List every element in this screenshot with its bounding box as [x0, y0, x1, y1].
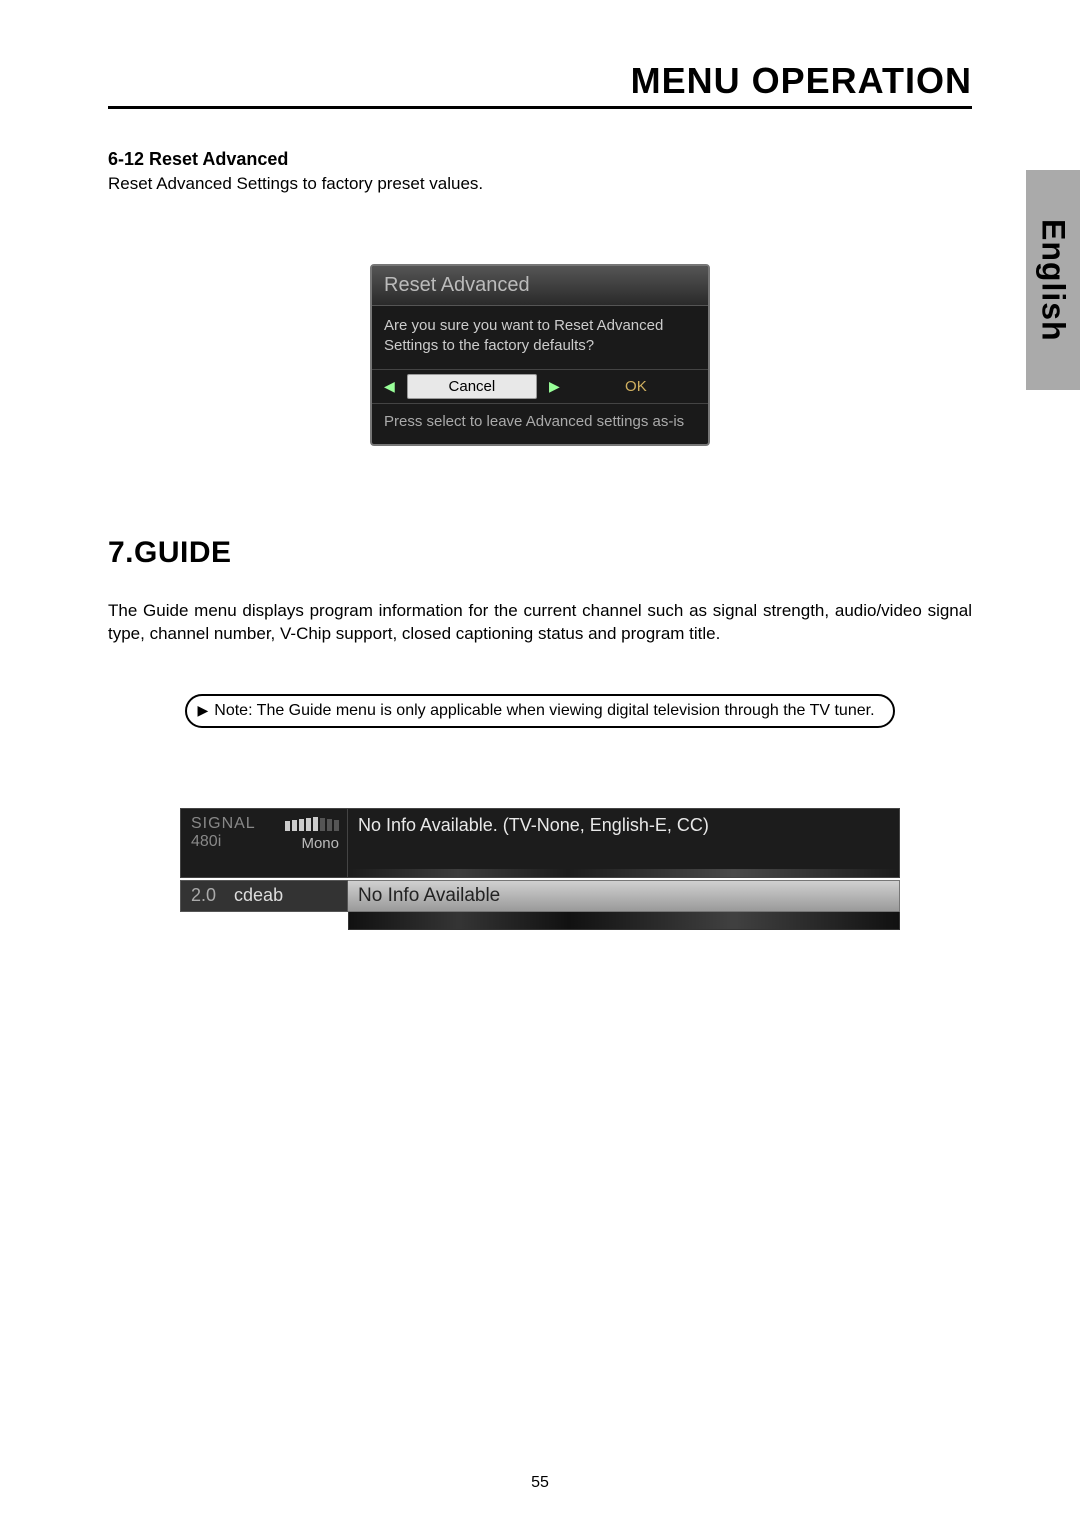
reset-heading: 6-12 Reset Advanced — [108, 149, 972, 170]
guide-note: ▶ Note: The Guide menu is only applicabl… — [185, 694, 894, 728]
channel-box: 2.0 cdeab — [180, 880, 348, 912]
language-tab-label: English — [1035, 219, 1072, 342]
program-info-top-text: No Info Available. (TV-None, English-E, … — [358, 815, 709, 835]
dialog-button-row: ◀ Cancel ▶ OK — [372, 370, 708, 404]
signal-label: SIGNAL — [191, 815, 256, 833]
program-info-top: No Info Available. (TV-None, English-E, … — [348, 808, 900, 878]
panel-bottom-strip — [348, 912, 900, 930]
page-number: 55 — [0, 1474, 1080, 1492]
guide-panel: SIGNAL 480i Mono No Info Available. (TV-… — [180, 808, 900, 930]
play-icon: ▶ — [197, 702, 208, 719]
signal-bars-icon — [285, 817, 339, 831]
dialog-hint: Press select to leave Advanced settings … — [372, 404, 708, 444]
left-arrow-icon: ◀ — [380, 378, 399, 395]
guide-heading: 7.GUIDE — [108, 536, 972, 570]
language-tab: English — [1026, 170, 1080, 390]
cancel-button[interactable]: Cancel — [407, 374, 537, 399]
right-arrow-icon: ▶ — [545, 378, 564, 395]
reset-dialog: Reset Advanced Are you sure you want to … — [370, 264, 710, 446]
reset-desc: Reset Advanced Settings to factory prese… — [108, 174, 972, 194]
dialog-title: Reset Advanced — [372, 266, 708, 306]
signal-box: SIGNAL 480i Mono — [180, 808, 348, 878]
channel-number: 2.0 — [191, 885, 216, 907]
program-info-bot-text: No Info Available — [358, 885, 500, 906]
ok-button[interactable]: OK — [572, 375, 700, 398]
audio-mode: Mono — [301, 835, 339, 852]
guide-paragraph: The Guide menu displays program informat… — [108, 600, 972, 646]
page-header-title: MENU OPERATION — [108, 60, 972, 106]
channel-name: cdeab — [234, 885, 283, 907]
guide-note-text: Note: The Guide menu is only applicable … — [214, 702, 874, 720]
video-mode: 480i — [191, 833, 221, 851]
dialog-message: Are you sure you want to Reset Advanced … — [372, 306, 708, 370]
program-info-bot: No Info Available — [348, 880, 900, 912]
